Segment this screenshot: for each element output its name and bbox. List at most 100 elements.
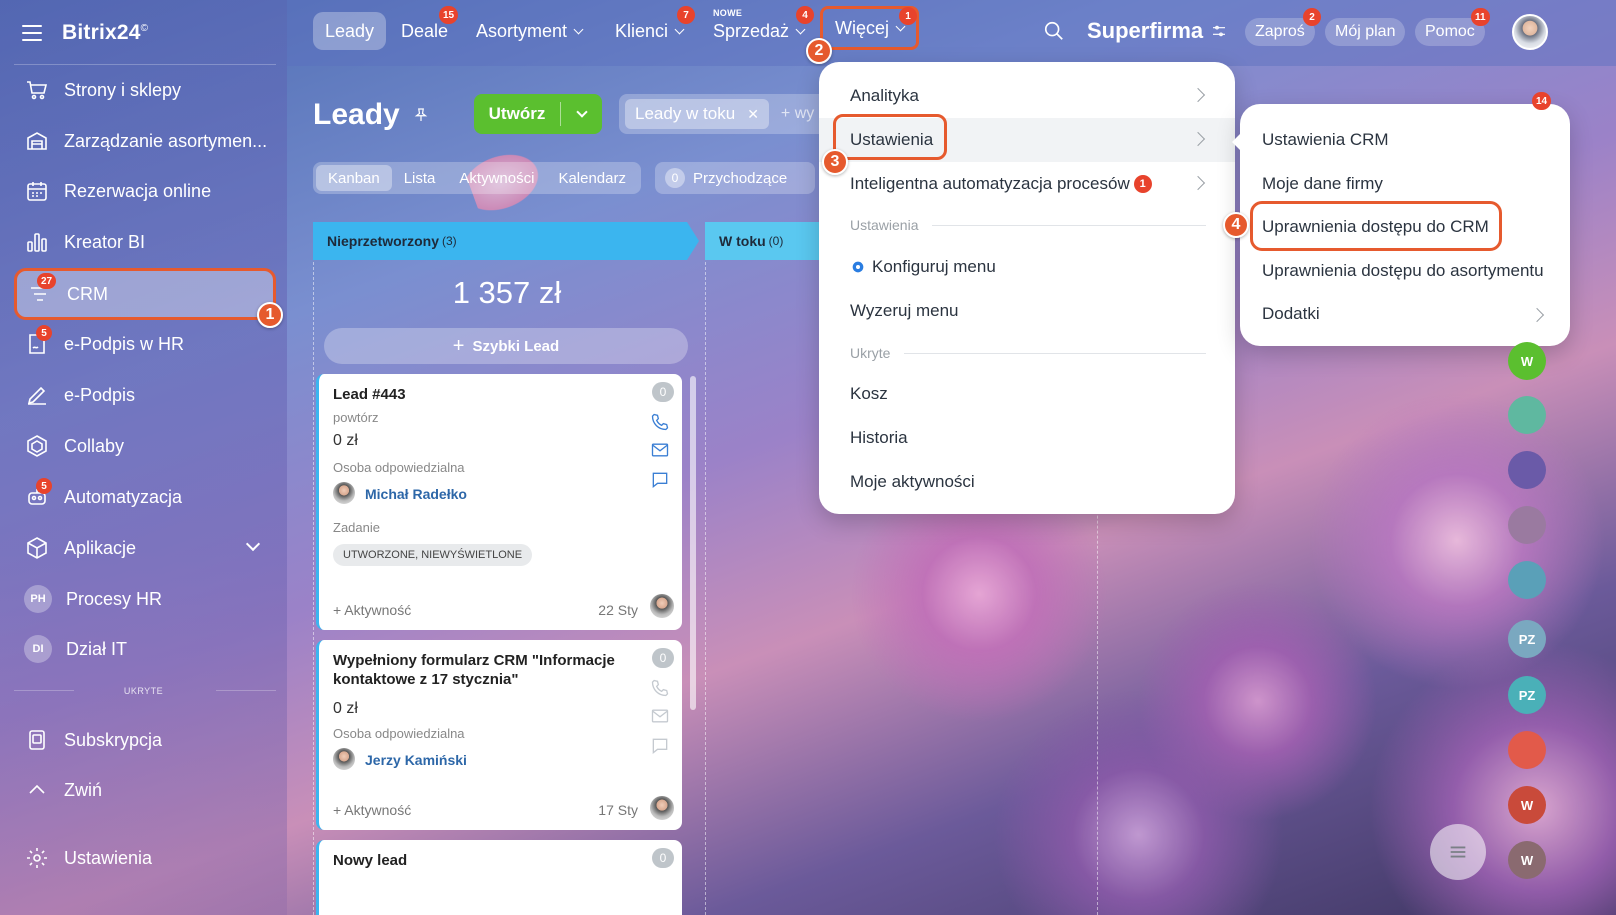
sidebar-item-esign[interactable]: e-Podpis bbox=[14, 373, 276, 417]
view-aktywnosci[interactable]: Aktywności bbox=[447, 165, 546, 191]
sidebar-item-label: Zarządzanie asortymen... bbox=[64, 130, 268, 151]
sliders-icon bbox=[1213, 25, 1226, 37]
mail-icon[interactable] bbox=[650, 706, 670, 726]
sidebar-item-label: e-Podpis bbox=[64, 384, 136, 405]
phone-icon[interactable] bbox=[650, 412, 670, 432]
sidebar-item-hr-processes[interactable]: PH Procesy HR bbox=[14, 577, 276, 621]
tab-klienci[interactable]: Klienci 7 bbox=[603, 6, 695, 50]
card-counter: 0 bbox=[652, 848, 674, 868]
menu-item-configure[interactable]: Konfiguruj menu bbox=[819, 245, 1235, 289]
crm-filter-icon: 27 bbox=[27, 273, 57, 307]
quick-lead-button[interactable]: + Szybki Lead bbox=[324, 328, 688, 364]
sidebar-item-stores[interactable]: Strony i sklepy bbox=[14, 68, 276, 112]
kanban-scrollbar[interactable] bbox=[690, 376, 696, 710]
column-divider bbox=[313, 262, 314, 915]
menu-item-analytics[interactable]: Analityka bbox=[819, 74, 1235, 118]
submenu-item-inventory-permissions[interactable]: Uprawnienia dostępu do asortymentu bbox=[1262, 261, 1544, 281]
incoming-counter[interactable]: 0 Przychodzące bbox=[655, 162, 815, 194]
filter-search[interactable]: Leady w toku ✕ + wy bbox=[619, 94, 839, 134]
submenu-item-addons[interactable]: Dodatki bbox=[1262, 304, 1545, 324]
settings-highlight bbox=[833, 114, 947, 160]
rail-chat-w[interactable]: W bbox=[1508, 342, 1546, 380]
lead-card[interactable]: Nowy lead 0 bbox=[316, 840, 682, 915]
lead-card[interactable]: Lead #443 powtórz 0 zł Osoba odpowiedzia… bbox=[316, 374, 682, 630]
chevron-up-icon bbox=[24, 777, 50, 803]
sidebar-item-automation[interactable]: 5 Automatyzacja bbox=[14, 475, 276, 519]
avatar bbox=[333, 482, 355, 504]
close-icon[interactable]: ✕ bbox=[747, 106, 759, 123]
column-divider bbox=[705, 262, 706, 915]
sign-doc-icon: 5 bbox=[24, 325, 52, 357]
sidebar-item-collaby[interactable]: Collaby bbox=[14, 424, 276, 468]
sidebar-collapse[interactable]: Zwiń bbox=[14, 768, 276, 812]
sidebar-item-apps[interactable]: Aplikacje bbox=[14, 526, 276, 570]
create-button[interactable]: Utwórz bbox=[474, 94, 602, 134]
menu-icon[interactable] bbox=[22, 25, 42, 41]
rail-chat-w3[interactable]: W bbox=[1508, 841, 1546, 879]
tab-sprzedaz[interactable]: NOWE Sprzedaż 4 bbox=[701, 6, 816, 50]
stage-header-new[interactable]: Nieprzetworzony (3) bbox=[313, 222, 699, 260]
view-lista[interactable]: Lista bbox=[392, 165, 448, 191]
submenu-item-company-data[interactable]: Moje dane firmy bbox=[1262, 174, 1383, 194]
tab-deale[interactable]: Deale 15 bbox=[389, 6, 460, 50]
chat-icon[interactable] bbox=[650, 470, 670, 490]
submenu-item-crm-settings[interactable]: Ustawienia CRM bbox=[1262, 130, 1389, 150]
sidebar-item-settings[interactable]: Ustawienia bbox=[14, 836, 276, 880]
tab-asortyment[interactable]: Asortyment bbox=[464, 12, 594, 50]
my-plan-button[interactable]: Mój plan bbox=[1325, 18, 1406, 46]
rail-chat-photo[interactable] bbox=[1508, 506, 1546, 544]
rail-chat-swirl[interactable] bbox=[1508, 451, 1546, 489]
menu-item-automation[interactable]: Inteligentna automatyzacja procesów 1 bbox=[819, 162, 1235, 206]
create-dropdown-icon[interactable] bbox=[561, 106, 602, 118]
pin-icon[interactable] bbox=[412, 106, 430, 124]
rail-chat-pz2[interactable]: PZ bbox=[1508, 676, 1546, 714]
add-activity-link[interactable]: + Aktywność bbox=[333, 602, 411, 618]
chat-fab[interactable] bbox=[1430, 824, 1486, 880]
sidebar-item-it[interactable]: DI Dział IT bbox=[14, 627, 276, 671]
rail-video[interactable] bbox=[1508, 731, 1546, 769]
chevron-down-icon bbox=[573, 24, 584, 34]
app-logo[interactable]: Bitrix24© bbox=[62, 21, 148, 45]
rail-chat-w2[interactable]: W bbox=[1508, 786, 1546, 824]
it-avatar: DI bbox=[24, 635, 52, 663]
card-resp-name[interactable]: Michał Radełko bbox=[365, 486, 467, 502]
company-name[interactable]: Superfirma bbox=[1087, 18, 1227, 44]
user-avatar[interactable] bbox=[1512, 14, 1548, 50]
chevron-down-icon[interactable] bbox=[245, 536, 261, 552]
card-title[interactable]: Lead #443 bbox=[333, 386, 406, 403]
phone-icon[interactable] bbox=[650, 678, 670, 698]
card-title-line2[interactable]: kontaktowe z 17 stycznia" bbox=[333, 671, 519, 688]
sidebar-item-hr-sign[interactable]: 5 e-Podpis w HR bbox=[14, 322, 276, 366]
menu-item-my-activities[interactable]: Moje aktywności bbox=[819, 460, 1235, 504]
search-icon[interactable] bbox=[1043, 20, 1065, 42]
card-date: 17 Sty bbox=[598, 802, 638, 818]
card-resp-name[interactable]: Jerzy Kamiński bbox=[365, 752, 467, 768]
chat-icon[interactable] bbox=[650, 736, 670, 756]
sidebar-item-bi[interactable]: Kreator BI bbox=[14, 220, 276, 264]
sidebar-item-booking[interactable]: Rezerwacja online bbox=[14, 169, 276, 213]
rail-chat-pz[interactable]: PZ bbox=[1508, 620, 1546, 658]
stage-header-in-progress[interactable]: W toku (0) bbox=[705, 222, 820, 260]
view-kalendarz[interactable]: Kalendarz bbox=[546, 165, 638, 191]
tab-leady[interactable]: Leady bbox=[313, 12, 387, 50]
menu-item-history[interactable]: Historia bbox=[819, 416, 1235, 460]
tab-wiecej[interactable]: Więcej 1 bbox=[820, 6, 920, 50]
add-activity-link[interactable]: + Aktywność bbox=[333, 802, 411, 818]
sidebar-item-crm[interactable]: 27 CRM bbox=[14, 268, 276, 320]
card-title[interactable]: Nowy lead bbox=[333, 852, 407, 869]
rail-chat-people[interactable] bbox=[1508, 561, 1546, 599]
card-title[interactable]: Wypełniony formularz CRM "Informacje bbox=[333, 652, 615, 669]
sidebar-item-subscription[interactable]: Subskrypcja bbox=[14, 718, 276, 762]
mail-icon[interactable] bbox=[650, 440, 670, 460]
help-button[interactable]: Pomoc 11 bbox=[1415, 8, 1490, 46]
view-kanban[interactable]: Kanban bbox=[316, 165, 392, 191]
lead-card[interactable]: Wypełniony formularz CRM "Informacje kon… bbox=[316, 640, 682, 830]
menu-item-trash[interactable]: Kosz bbox=[819, 372, 1235, 416]
rail-chat-group[interactable] bbox=[1508, 396, 1546, 434]
bar-chart-icon bbox=[24, 229, 50, 255]
sidebar-item-inventory[interactable]: Zarządzanie asortymen... bbox=[14, 119, 276, 163]
menu-section-settings: Ustawienia bbox=[850, 217, 1206, 233]
menu-item-reset[interactable]: Wyzeruj menu bbox=[819, 289, 1235, 333]
invite-button[interactable]: Zaproś 2 bbox=[1245, 8, 1321, 46]
filter-chip[interactable]: Leady w toku ✕ bbox=[625, 99, 769, 129]
